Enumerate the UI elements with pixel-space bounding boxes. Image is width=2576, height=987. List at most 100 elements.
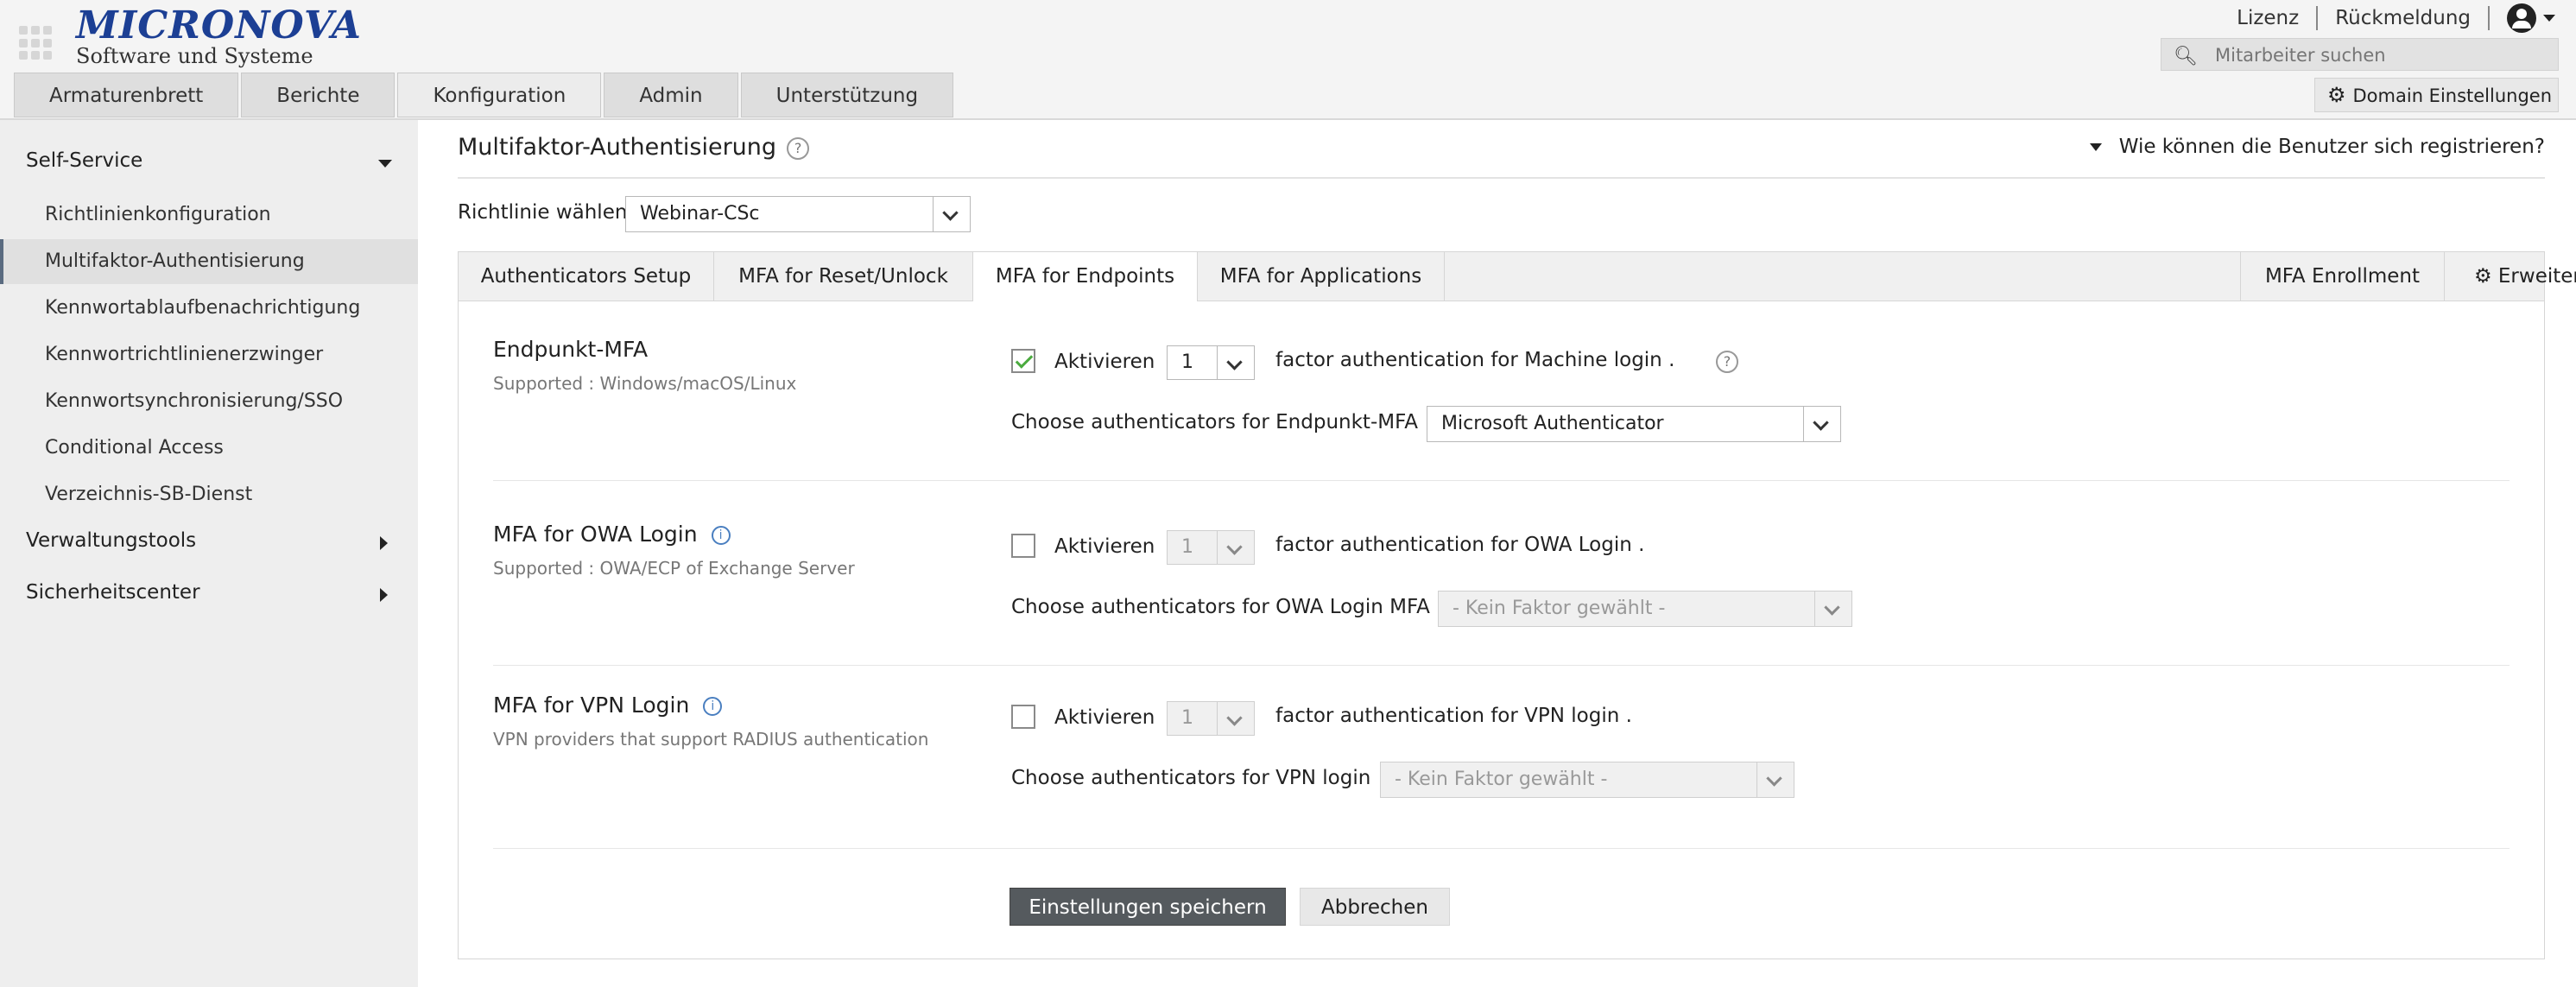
authenticator-select-value: - Kein Faktor gewählt - — [1453, 598, 1666, 619]
factor-count-select[interactable]: 1 — [1167, 701, 1255, 736]
search-icon[interactable]: 🔍︎ — [2174, 46, 2198, 67]
tab-advanced[interactable]: ⚙ Erweiterte — [2444, 252, 2576, 301]
policy-label: Richtlinie wählen — [458, 201, 628, 224]
sidebar-item-mfa[interactable]: Multifaktor-Authentisierung — [0, 239, 418, 284]
factor-count-value: 1 — [1181, 536, 1193, 558]
divider — [2316, 6, 2319, 30]
enable-endpoint-mfa-checkbox[interactable] — [1011, 349, 1035, 373]
authenticator-select[interactable]: Microsoft Authenticator — [1427, 406, 1841, 442]
enable-owa-mfa-checkbox[interactable] — [1011, 534, 1035, 558]
divider — [2488, 6, 2490, 30]
brand-name: MICRONOVA — [76, 3, 362, 47]
gear-icon: ⚙ — [2327, 83, 2346, 107]
divider — [458, 177, 2545, 179]
sidebar-item-directory-service[interactable]: Verzeichnis-SB-Dienst — [0, 472, 418, 517]
chevron-down-icon — [1803, 407, 1840, 441]
divider — [493, 665, 2510, 666]
caret-down-icon — [2089, 143, 2102, 151]
section-title: Endpunkt-MFA — [493, 337, 649, 362]
tab-support[interactable]: Unterstützung — [740, 73, 954, 117]
sidebar-item-policy-config[interactable]: Richtlinienkonfiguration — [0, 193, 418, 237]
main-content: Multifaktor-Authentisierung? Wie können … — [418, 120, 2576, 987]
cancel-button[interactable]: Abbrechen — [1300, 888, 1450, 926]
info-icon[interactable]: i — [711, 526, 731, 545]
feedback-link[interactable]: Rückmeldung — [2335, 7, 2471, 29]
chevron-down-icon[interactable] — [378, 160, 392, 168]
page-title: Multifaktor-Authentisierung? — [458, 134, 810, 161]
factor-count-select[interactable]: 1 — [1167, 530, 1255, 565]
domain-settings-label: Domain Einstellungen — [2352, 85, 2553, 106]
domain-settings-button[interactable]: ⚙ Domain Einstellungen — [2314, 78, 2559, 112]
search-input[interactable] — [2213, 41, 2554, 70]
chevron-down-icon[interactable] — [2543, 15, 2555, 22]
chevron-down-icon — [1217, 531, 1254, 564]
factor-count-select[interactable]: 1 — [1167, 345, 1255, 380]
enable-label: Aktivieren — [1054, 535, 1155, 558]
help-icon[interactable]: ? — [1716, 351, 1738, 373]
tab-mfa-reset-unlock[interactable]: MFA for Reset/Unlock — [714, 252, 973, 301]
tab-advanced-label: Erweiterte — [2497, 265, 2576, 288]
authenticator-select-value: - Kein Faktor gewählt - — [1395, 769, 1608, 790]
chevron-down-icon — [1217, 346, 1254, 379]
sidebar-group-self-service[interactable]: Self-Service — [26, 149, 142, 172]
section-subtitle: Supported : OWA/ECP of Exchange Server — [493, 558, 855, 579]
tab-mfa-applications[interactable]: MFA for Applications — [1198, 252, 1445, 301]
authenticator-select-value: Microsoft Authenticator — [1441, 413, 1664, 434]
tab-reports[interactable]: Berichte — [241, 73, 396, 117]
brand-logo: MICRONOVA Software und Systeme — [76, 3, 362, 67]
enable-vpn-mfa-checkbox[interactable] — [1011, 705, 1035, 729]
user-avatar-icon[interactable] — [2507, 3, 2536, 33]
section-title-text: MFA for OWA Login — [493, 522, 698, 547]
section-title: MFA for VPN Login i — [493, 693, 723, 718]
tab-mfa-endpoints[interactable]: MFA for Endpoints — [973, 252, 1198, 301]
factor-text: factor authentication for VPN login . — [1275, 705, 1632, 727]
chevron-down-icon — [1814, 592, 1851, 626]
enable-label: Aktivieren — [1054, 351, 1155, 373]
section-title-text: MFA for VPN Login — [493, 693, 690, 718]
enable-label: Aktivieren — [1054, 706, 1155, 729]
section-title: MFA for OWA Login i — [493, 522, 731, 547]
chevron-down-icon — [1756, 762, 1794, 797]
registration-help-label: Wie können die Benutzer sich registriere… — [2118, 136, 2545, 158]
info-icon[interactable]: i — [703, 697, 723, 716]
sidebar-group-security-center[interactable]: Sicherheitscenter — [26, 581, 200, 604]
factor-text: factor authentication for Machine login … — [1275, 349, 1675, 371]
sidebar-item-password-expiry[interactable]: Kennwortablaufbenachrichtigung — [0, 286, 418, 331]
sidebar-item-password-policy[interactable]: Kennwortrichtlinienerzwinger — [0, 332, 418, 377]
chevron-right-icon[interactable] — [380, 588, 388, 602]
tab-dashboard[interactable]: Armaturenbrett — [14, 73, 239, 117]
policy-select-value: Webinar-CSc — [640, 203, 760, 225]
sidebar-group-admin-tools[interactable]: Verwaltungstools — [26, 529, 196, 552]
factor-count-value: 1 — [1181, 351, 1193, 373]
app-switcher-icon[interactable] — [19, 26, 54, 60]
sidebar-item-conditional-access[interactable]: Conditional Access — [0, 426, 418, 471]
sidebar-item-password-sync[interactable]: Kennwortsynchronisierung/SSO — [0, 379, 418, 424]
registration-help-link[interactable]: Wie können die Benutzer sich registriere… — [2089, 136, 2545, 158]
authenticator-select[interactable]: - Kein Faktor gewählt - — [1438, 591, 1852, 627]
policy-select[interactable]: Webinar-CSc — [625, 196, 971, 232]
top-links: Lizenz Rückmeldung — [2237, 3, 2555, 33]
tab-configuration[interactable]: Konfiguration — [397, 73, 602, 117]
divider — [493, 480, 2510, 481]
chevron-down-icon — [933, 197, 970, 231]
help-icon[interactable]: ? — [787, 136, 810, 160]
choose-authenticators-label: Choose authenticators for Endpunkt-MFA — [1011, 411, 1418, 433]
tab-mfa-enrollment[interactable]: MFA Enrollment — [2240, 252, 2444, 301]
license-link[interactable]: Lizenz — [2237, 7, 2299, 29]
choose-authenticators-label: Choose authenticators for VPN login — [1011, 767, 1371, 789]
choose-authenticators-label: Choose authenticators for OWA Login MFA — [1011, 596, 1430, 618]
sidebar: Self-Service Richtlinienkonfiguration Mu… — [0, 120, 418, 987]
authenticator-select[interactable]: - Kein Faktor gewählt - — [1380, 762, 1794, 798]
divider — [493, 848, 2510, 849]
mfa-tabbar: Authenticators Setup MFA for Reset/Unloc… — [459, 252, 2576, 301]
tab-authenticators-setup[interactable]: Authenticators Setup — [459, 252, 714, 301]
mfa-panel: Authenticators Setup MFA for Reset/Unloc… — [458, 251, 2576, 959]
section-subtitle: Supported : Windows/macOS/Linux — [493, 373, 797, 394]
factor-text: factor authentication for OWA Login . — [1275, 534, 1645, 556]
chevron-down-icon — [1217, 702, 1254, 735]
tab-admin[interactable]: Admin — [604, 73, 738, 117]
save-button[interactable]: Einstellungen speichern — [1010, 888, 1286, 926]
section-subtitle: VPN providers that support RADIUS authen… — [493, 729, 929, 750]
main-navigation: Armaturenbrett Berichte Konfiguration Ad… — [14, 73, 956, 117]
chevron-right-icon[interactable] — [380, 536, 388, 550]
